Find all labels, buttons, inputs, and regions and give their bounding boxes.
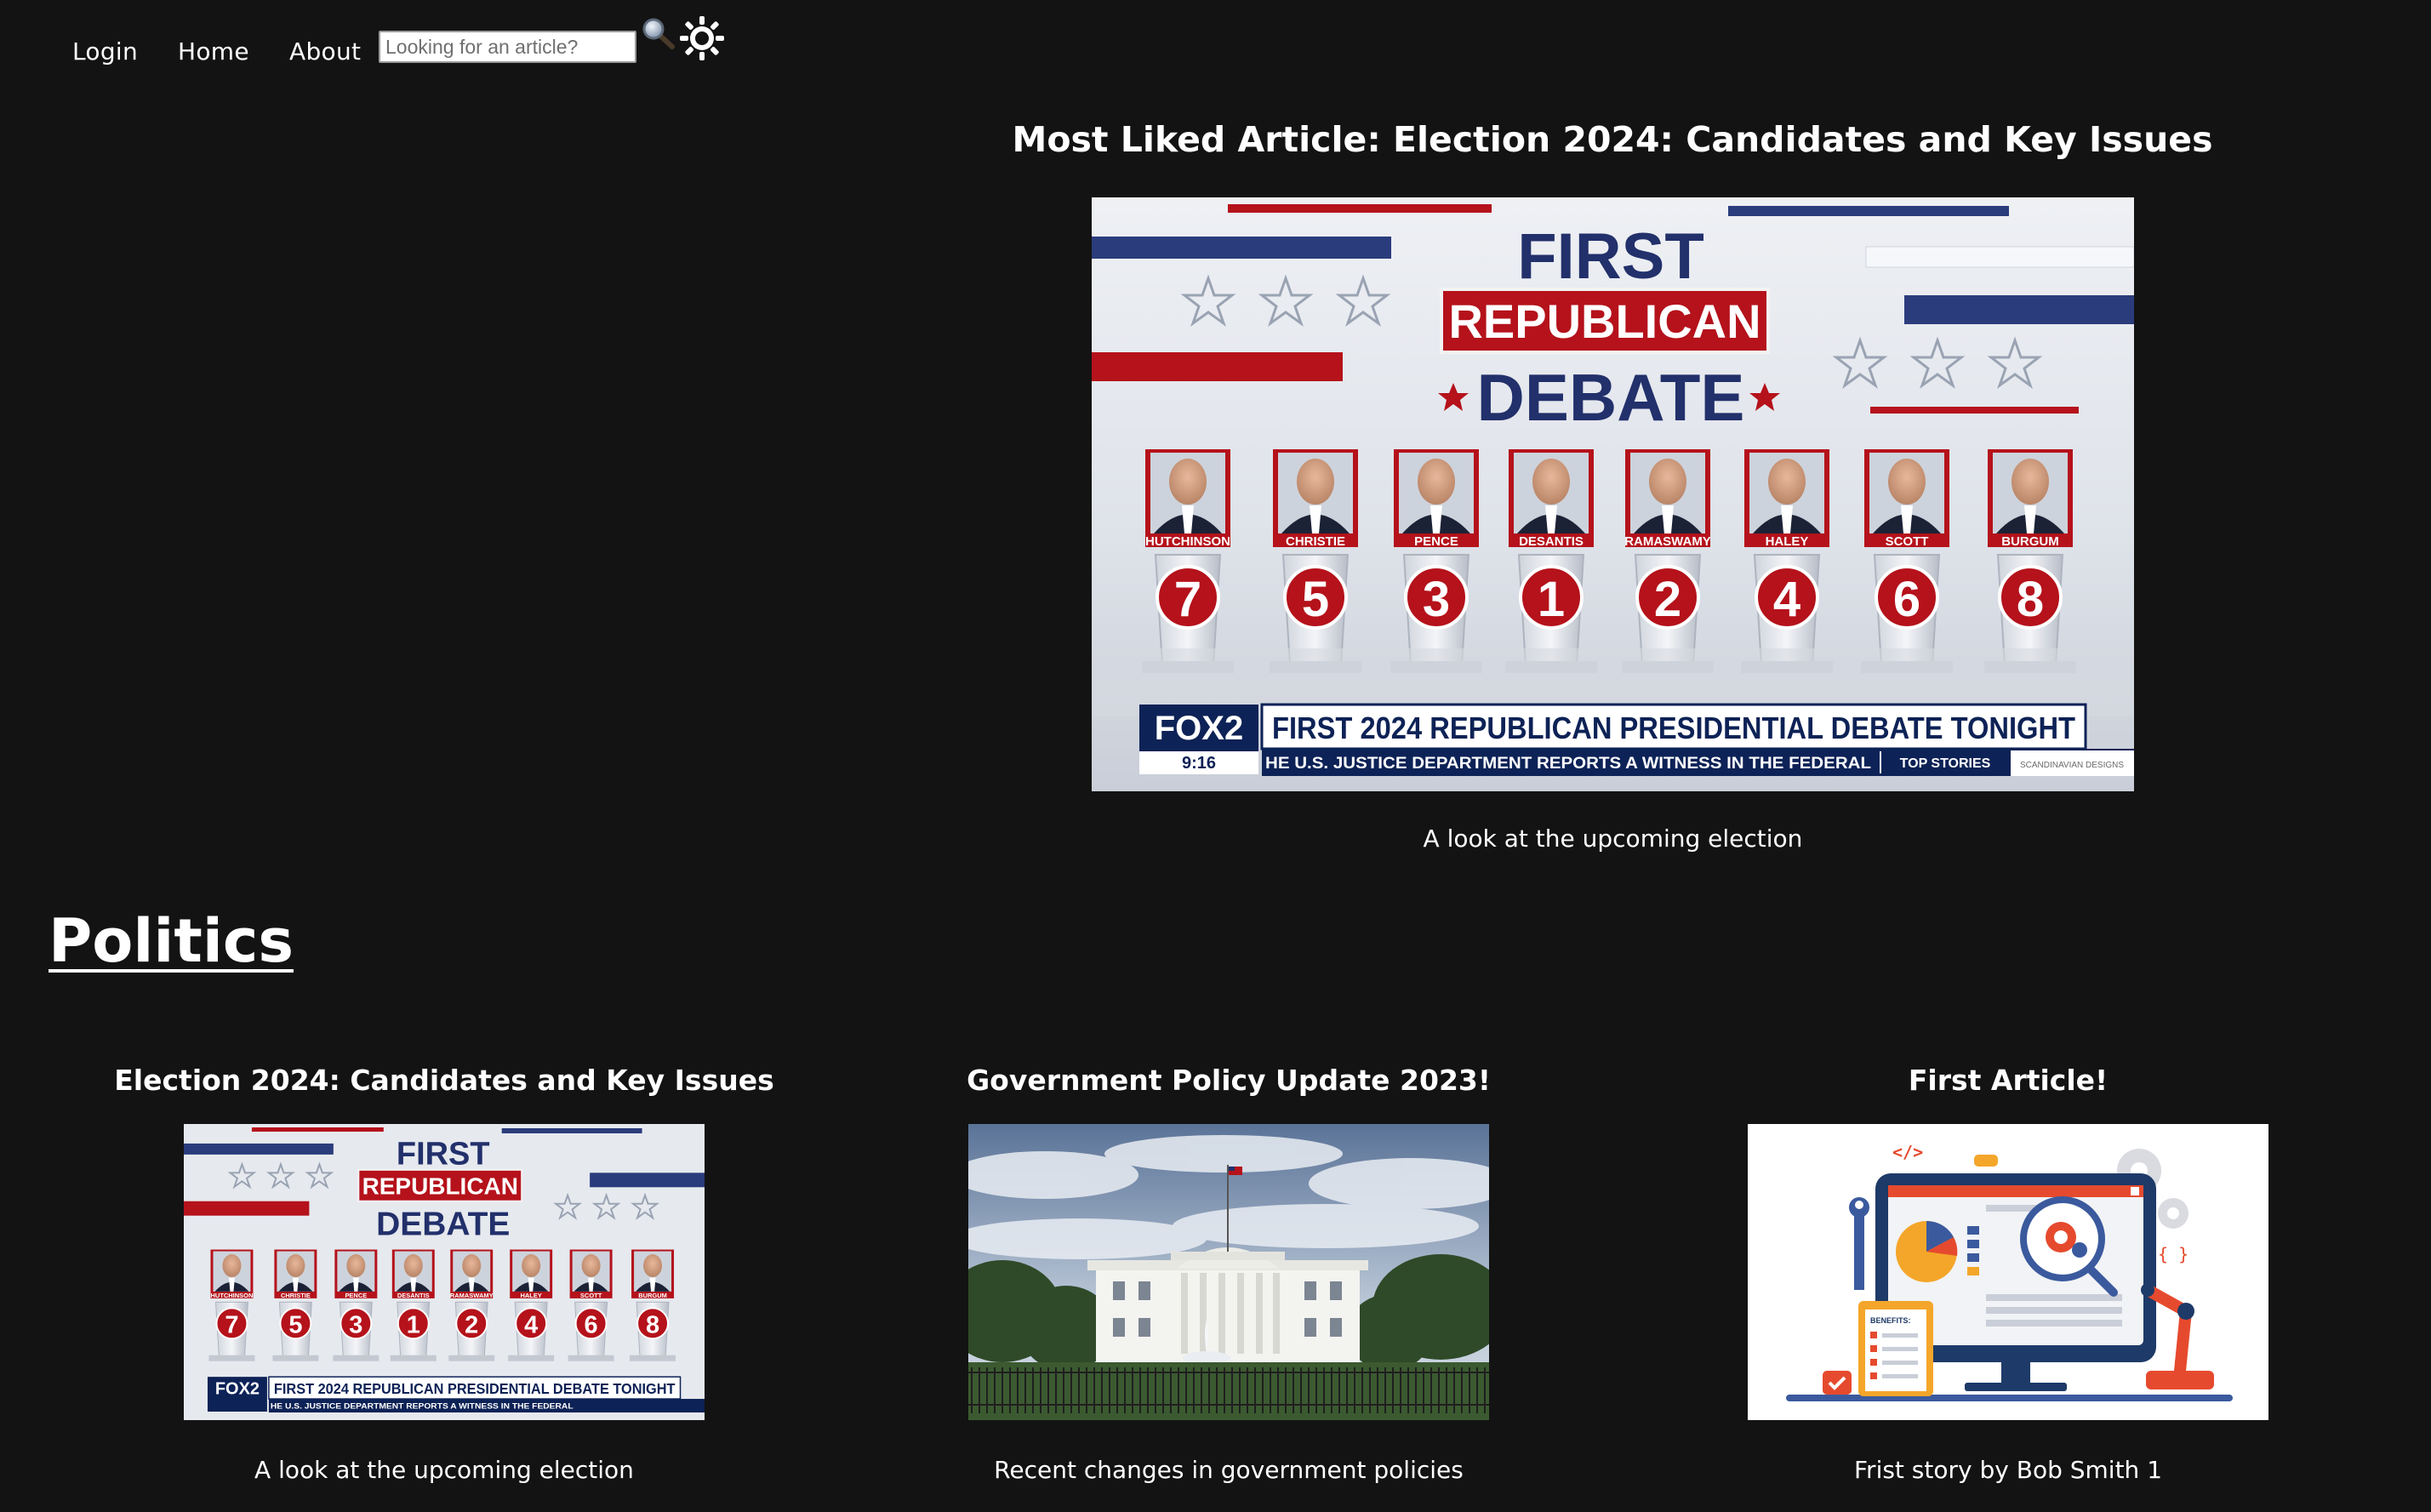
article-title[interactable]: Election 2024: Candidates and Key Issues xyxy=(95,1059,793,1102)
thumb-candidate-number: 5 xyxy=(288,1311,302,1338)
thumb-candidate-number: 2 xyxy=(465,1311,478,1338)
article-title[interactable]: Government Policy Update 2023! xyxy=(880,1059,1578,1102)
news-ticker: HE U.S. JUSTICE DEPARTMENT REPORTS A WIT… xyxy=(1265,755,1871,773)
candidate-number: 3 xyxy=(1423,572,1450,627)
sponsor-label: SCANDINAVIAN DESIGNS xyxy=(2020,761,2124,770)
candidate-name: RAMASWAMY xyxy=(1624,534,1711,549)
candidate-number: 4 xyxy=(1773,572,1800,627)
thumb-debate-headline: FIRST 2024 REPUBLICAN PRESIDENTIAL DEBAT… xyxy=(274,1380,676,1397)
thumb-candidate-name: DESANTIS xyxy=(397,1292,430,1299)
article-caption: Frist story by Bob Smith 1 xyxy=(1853,1456,2163,1484)
search-input[interactable] xyxy=(379,31,636,63)
candidate-name: SCOTT xyxy=(1886,534,1929,549)
article-caption: A look at the upcoming election xyxy=(254,1456,634,1484)
thumb-candidate-number: 7 xyxy=(225,1311,238,1338)
thumb-candidate-name: CHRISTIE xyxy=(281,1292,311,1299)
article-title[interactable]: First Article! xyxy=(1659,1059,2357,1102)
featured-article-title[interactable]: Most Liked Article: Election 2024: Candi… xyxy=(936,119,2289,160)
debate-heading-debate: DEBATE xyxy=(1477,360,1745,435)
thumb-heading-first: FIRST xyxy=(397,1136,490,1172)
candidate-number: 7 xyxy=(1174,572,1201,627)
candidate-number: 8 xyxy=(2017,572,2044,627)
thumb-candidate-name: BURGUM xyxy=(638,1292,667,1299)
white-house-image[interactable] xyxy=(968,1124,1489,1420)
article-caption: Recent changes in government policies xyxy=(994,1456,1464,1484)
candidate-name: BURGUM xyxy=(2001,534,2059,549)
thumb-candidate-name: HALEY xyxy=(520,1292,541,1299)
theme-toggle-button[interactable] xyxy=(677,14,727,63)
article-card[interactable]: Government Policy Update 2023! Recent ch… xyxy=(880,1059,1578,1484)
top-nav: Login Home About xyxy=(0,0,2431,94)
candidate-number: 5 xyxy=(1302,572,1329,627)
developer-illustration-image[interactable]: </> {} BENEFITS: xyxy=(1748,1124,2268,1420)
candidate-name: CHRISTIE xyxy=(1286,534,1345,549)
section-heading-politics[interactable]: Politics xyxy=(49,906,294,976)
login-link[interactable]: Login xyxy=(72,37,138,66)
thumb-candidate-number: 4 xyxy=(524,1311,538,1338)
search-button[interactable] xyxy=(641,16,676,52)
candidate-name: PENCE xyxy=(1414,534,1458,549)
candidate-name: DESANTIS xyxy=(1519,534,1584,549)
thumb-candidate-number: 3 xyxy=(349,1311,362,1338)
thumb-heading-republican: REPUBLICAN xyxy=(362,1173,518,1199)
thumb-candidate-number: 1 xyxy=(407,1311,420,1338)
thumb-candidate-number: 6 xyxy=(585,1311,598,1338)
debate-heading-first: FIRST xyxy=(1517,220,1704,293)
candidate-number: 6 xyxy=(1893,572,1920,627)
thumb-fox2-logo: FOX2 xyxy=(215,1380,260,1399)
thumb-candidate-name: HUTCHINSON xyxy=(211,1292,254,1299)
debate-heading-republican: REPUBLICAN xyxy=(1448,294,1760,348)
candidate-number: 2 xyxy=(1654,572,1681,627)
candidate-name: HALEY xyxy=(1766,534,1809,549)
candidate-number: 1 xyxy=(1538,572,1565,627)
sun-icon xyxy=(680,16,724,60)
braces-label: { } xyxy=(2158,1244,2188,1264)
thumb-candidate-number: 8 xyxy=(646,1311,659,1338)
home-link[interactable]: Home xyxy=(178,37,249,66)
broadcast-time: 9:16 xyxy=(1182,754,1216,773)
article-card[interactable]: First Article! </> {} BENEFITS: Frist s… xyxy=(1659,1059,2357,1484)
thumb-heading-debate: DEBATE xyxy=(376,1207,510,1243)
debate-headline: FIRST 2024 REPUBLICAN PRESIDENTIAL DEBAT… xyxy=(1272,710,2075,745)
benefits-label: BENEFITS: xyxy=(1870,1316,1911,1325)
featured-article-caption: A look at the upcoming election xyxy=(1423,824,1803,853)
debate-thumbnail-image[interactable]: FIRST REPUBLICAN DEBATE HUTCHINSON 7 CHRIS… xyxy=(184,1124,705,1420)
thumb-candidate-name: RAMASWAMY xyxy=(450,1292,494,1299)
about-link[interactable]: About xyxy=(289,37,361,66)
thumb-news-ticker: HE U.S. JUSTICE DEPARTMENT REPORTS A WIT… xyxy=(271,1402,574,1412)
fox2-logo: FOX2 xyxy=(1155,710,1243,747)
ticker-tag: TOP STORIES xyxy=(1900,756,1991,771)
thumb-candidate-name: PENCE xyxy=(345,1292,367,1299)
code-tag-label: </> xyxy=(1892,1142,1923,1162)
thumb-candidate-name: SCOTT xyxy=(580,1292,602,1299)
magnifier-icon xyxy=(642,18,675,49)
candidate-name: HUTCHINSON xyxy=(1145,534,1230,549)
article-card[interactable]: Election 2024: Candidates and Key Issues… xyxy=(95,1059,793,1484)
featured-article-image[interactable]: FIRST REPUBLICAN DEBATE HUTCHINSON 7 CHRIS… xyxy=(1092,197,2134,791)
